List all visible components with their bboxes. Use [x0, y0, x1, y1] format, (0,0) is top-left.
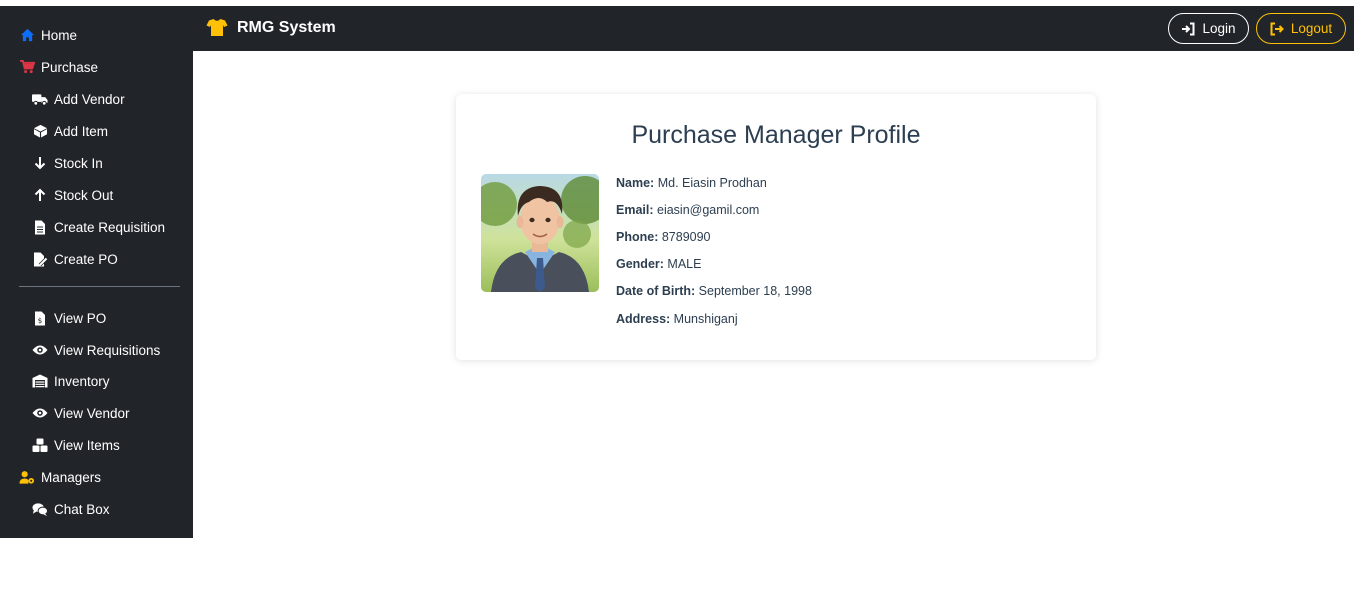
house-icon [19, 27, 35, 43]
eye-icon [32, 405, 48, 421]
sidebar-item-label: Add Vendor [54, 91, 125, 107]
arrow-up-icon [32, 187, 48, 203]
profile-name: Name: Md. Eiasin Prodhan [616, 176, 767, 190]
phone-label: Phone: [616, 230, 659, 244]
phone-value: 8789090 [661, 230, 711, 244]
sidebar: Home Purchase Add Vendor Add Item Stock … [0, 6, 193, 538]
sidebar-item-view-requisitions[interactable]: View Requisitions [32, 342, 160, 358]
profile-dob: Date of Birth: September 18, 1998 [616, 284, 812, 298]
sidebar-item-label: Managers [41, 469, 102, 485]
email-label: Email: [616, 203, 654, 217]
sidebar-item-label: Stock Out [54, 187, 114, 203]
login-button[interactable]: Login [1168, 13, 1249, 44]
sidebar-item-managers[interactable]: Managers [19, 469, 101, 485]
sign-in-icon [1181, 22, 1195, 36]
warehouse-icon [32, 373, 48, 389]
address-value: Munshiganj [673, 312, 738, 326]
dob-value: September 18, 1998 [698, 284, 812, 298]
profile-gender: Gender: MALE [616, 257, 701, 271]
brand[interactable]: RMG System [206, 18, 336, 38]
sidebar-item-home[interactable]: Home [19, 27, 77, 43]
name-value: Md. Eiasin Prodhan [657, 176, 767, 190]
sidebar-item-label: View Requisitions [54, 342, 161, 358]
address-label: Address: [616, 312, 671, 326]
sign-out-icon [1270, 22, 1284, 36]
sidebar-item-label: View PO [54, 310, 107, 326]
sidebar-divider [19, 286, 180, 287]
sidebar-item-stock-out[interactable]: Stock Out [32, 187, 113, 203]
sidebar-item-label: View Vendor [54, 405, 130, 421]
sidebar-item-purchase[interactable]: Purchase [19, 59, 98, 75]
file-icon [32, 219, 48, 235]
gender-value: MALE [667, 257, 702, 271]
sidebar-item-label: Purchase [41, 59, 99, 75]
sidebar-item-label: Create PO [54, 251, 118, 267]
gender-label: Gender: [616, 257, 664, 271]
sidebar-item-label: Home [41, 27, 78, 43]
sidebar-item-label: Stock In [54, 155, 103, 171]
top-navbar: RMG System Login Logout [193, 6, 1354, 51]
profile-phone: Phone: 8789090 [616, 230, 711, 244]
profile-card: Purchase Manager Profile Name: Md. Eiasi… [456, 94, 1096, 360]
email-value: eiasin@gamil.com [657, 203, 760, 217]
sidebar-item-label: Inventory [54, 373, 110, 389]
sidebar-item-add-vendor[interactable]: Add Vendor [32, 91, 125, 107]
comments-icon [32, 501, 48, 517]
sidebar-item-inventory[interactable]: Inventory [32, 373, 110, 389]
shirt-icon [206, 18, 228, 38]
sidebar-item-view-vendor[interactable]: View Vendor [32, 405, 130, 421]
dob-label: Date of Birth: [616, 284, 696, 298]
sidebar-item-create-po[interactable]: Create PO [32, 251, 118, 267]
cart-icon [19, 59, 35, 75]
sidebar-item-label: Add Item [54, 123, 109, 139]
sidebar-item-view-items[interactable]: View Items [32, 437, 120, 453]
sidebar-item-create-requisition[interactable]: Create Requisition [32, 219, 165, 235]
sidebar-item-view-po[interactable]: $ View PO [32, 310, 106, 326]
sidebar-item-add-item[interactable]: Add Item [32, 123, 108, 139]
sidebar-item-label: Create Requisition [54, 219, 166, 235]
box-icon [32, 123, 48, 139]
logout-label: Logout [1290, 21, 1333, 36]
profile-email: Email: eiasin@gamil.com [616, 203, 759, 217]
truck-icon [32, 91, 48, 107]
logout-button[interactable]: Logout [1256, 13, 1346, 44]
avatar [481, 174, 599, 292]
user-gear-icon [19, 469, 35, 485]
brand-title: RMG System [237, 19, 336, 36]
login-label: Login [1202, 21, 1236, 36]
arrow-down-icon [32, 155, 48, 171]
cubes-icon [32, 437, 48, 453]
sidebar-item-chat-box[interactable]: Chat Box [32, 501, 110, 517]
name-label: Name: [616, 176, 655, 190]
profile-address: Address: Munshiganj [616, 312, 738, 326]
eye-icon [32, 342, 48, 358]
page-title: Purchase Manager Profile [631, 121, 921, 149]
file-invoice-icon: $ [32, 310, 48, 326]
sidebar-item-label: Chat Box [54, 501, 110, 517]
file-edit-icon [32, 251, 48, 267]
svg-text:$: $ [38, 317, 42, 325]
sidebar-item-label: View Items [54, 437, 120, 453]
sidebar-item-stock-in[interactable]: Stock In [32, 155, 103, 171]
